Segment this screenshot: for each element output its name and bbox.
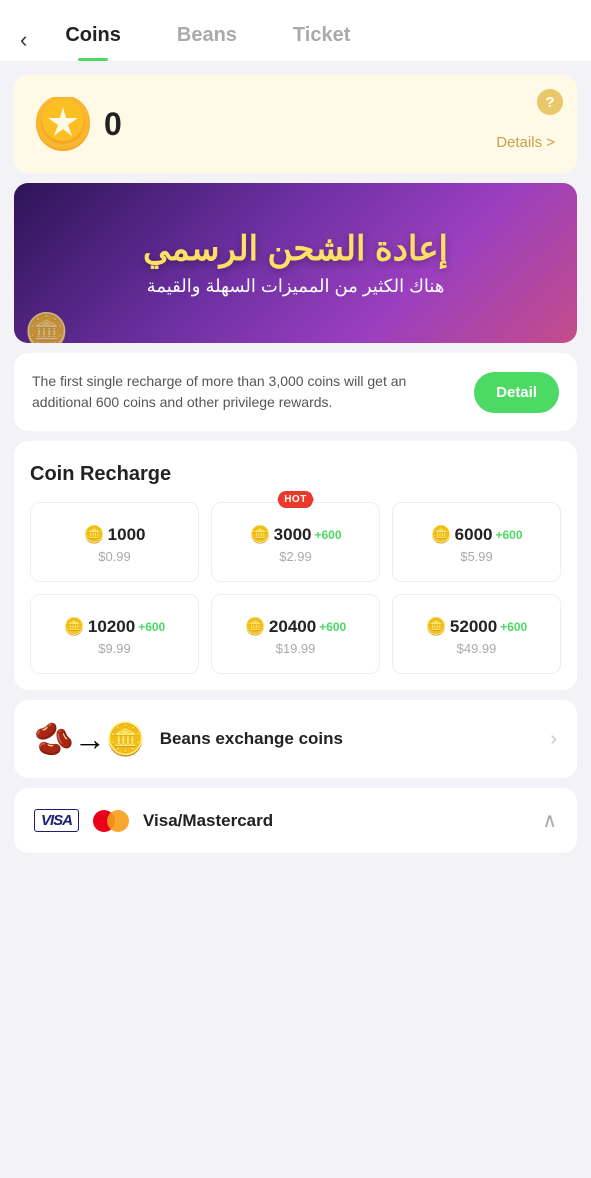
tab-ticket[interactable]: Ticket bbox=[265, 18, 378, 61]
coin-emoji-icon: 🪙 bbox=[249, 525, 270, 545]
banner-subtitle: هناك الكثير من المميزات السهلة والقيمة bbox=[147, 276, 445, 297]
coin-emoji-icon: 🪙 bbox=[426, 617, 447, 637]
coin-main-amount: 3000 bbox=[274, 525, 312, 545]
balance-amount: 0 bbox=[104, 106, 122, 143]
details-button[interactable]: Details > bbox=[496, 134, 555, 151]
coin-option-52000[interactable]: 🪙 52000 +600 $49.99 bbox=[392, 594, 561, 674]
mc-right-circle bbox=[107, 810, 129, 832]
coin-icon bbox=[36, 97, 90, 151]
promo-text: The first single recharge of more than 3… bbox=[32, 371, 460, 413]
tab-coins[interactable]: Coins bbox=[37, 18, 149, 61]
promo-banner: إعادة الشحن الرسمي هناك الكثير من المميز… bbox=[14, 183, 577, 343]
payment-row[interactable]: VISA Visa/Mastercard ∧ bbox=[14, 788, 577, 853]
banner-title: إعادة الشحن الرسمي bbox=[143, 229, 448, 270]
coin-option-3000[interactable]: HOT 🪙 3000 +600 $2.99 bbox=[211, 502, 380, 582]
header: ‹ Coins Beans Ticket bbox=[0, 0, 591, 61]
promo-bar: The first single recharge of more than 3… bbox=[14, 353, 577, 431]
coin-amount-row: 🪙 52000 +600 bbox=[426, 617, 527, 637]
coin-bonus: +600 bbox=[138, 620, 165, 634]
coin-emoji-icon: 🪙 bbox=[64, 617, 85, 637]
mastercard-icon bbox=[93, 810, 129, 832]
coin-option-6000[interactable]: 🪙 6000 +600 $5.99 bbox=[392, 502, 561, 582]
coin-price: $9.99 bbox=[98, 641, 131, 656]
coin-main-amount: 1000 bbox=[108, 525, 146, 545]
coin-emoji-icon: 🪙 bbox=[245, 617, 266, 637]
coin-bonus: +600 bbox=[319, 620, 346, 634]
coin-option-1000[interactable]: 🪙 1000 $0.99 bbox=[30, 502, 199, 582]
coin-main-amount: 52000 bbox=[450, 617, 497, 637]
exchange-label: Beans exchange coins bbox=[160, 729, 537, 749]
exchange-icon: 🫘→🪙 bbox=[34, 720, 146, 758]
coin-recharge-section: Coin Recharge 🪙 1000 $0.99 HOT 🪙 3000 +6… bbox=[14, 441, 577, 690]
hot-badge: HOT bbox=[277, 491, 314, 508]
coin-emoji-icon: 🪙 bbox=[84, 525, 105, 545]
balance-card: ? 0 Details > bbox=[14, 75, 577, 173]
payment-label: Visa/Mastercard bbox=[143, 811, 528, 831]
tab-beans[interactable]: Beans bbox=[149, 18, 265, 61]
coin-price: $5.99 bbox=[460, 549, 493, 564]
chevron-up-icon: ∧ bbox=[542, 808, 557, 833]
coin-bonus: +600 bbox=[500, 620, 527, 634]
coin-bonus: +600 bbox=[314, 528, 341, 542]
chevron-right-icon: › bbox=[550, 728, 557, 751]
coin-price: $49.99 bbox=[457, 641, 497, 656]
coin-amount-row: 🪙 6000 +600 bbox=[430, 525, 522, 545]
beans-exchange-row[interactable]: 🫘→🪙 Beans exchange coins › bbox=[14, 700, 577, 778]
coin-main-amount: 6000 bbox=[455, 525, 493, 545]
coin-main-amount: 20400 bbox=[269, 617, 316, 637]
coin-amount-row: 🪙 10200 +600 bbox=[64, 617, 165, 637]
tabs: Coins Beans Ticket bbox=[37, 18, 571, 61]
coin-price: $0.99 bbox=[98, 549, 131, 564]
section-title: Coin Recharge bbox=[30, 463, 561, 486]
coin-emoji-icon: 🪙 bbox=[430, 525, 451, 545]
promo-detail-button[interactable]: Detail bbox=[474, 372, 559, 413]
coin-price: $19.99 bbox=[276, 641, 316, 656]
coin-amount-row: 🪙 20400 +600 bbox=[245, 617, 346, 637]
coin-price: $2.99 bbox=[279, 549, 312, 564]
coin-bonus: +600 bbox=[495, 528, 522, 542]
coin-option-10200[interactable]: 🪙 10200 +600 $9.99 bbox=[30, 594, 199, 674]
help-button[interactable]: ? bbox=[537, 89, 563, 115]
coin-amount-row: 🪙 1000 bbox=[84, 525, 146, 545]
banner-coin-icon: 🪙 bbox=[24, 311, 69, 343]
back-button[interactable]: ‹ bbox=[20, 25, 37, 55]
coin-amount-row: 🪙 3000 +600 bbox=[249, 525, 341, 545]
coin-option-20400[interactable]: 🪙 20400 +600 $19.99 bbox=[211, 594, 380, 674]
coin-main-amount: 10200 bbox=[88, 617, 135, 637]
coin-grid: 🪙 1000 $0.99 HOT 🪙 3000 +600 $2.99 🪙 600… bbox=[30, 502, 561, 674]
visa-icon: VISA bbox=[34, 809, 79, 832]
